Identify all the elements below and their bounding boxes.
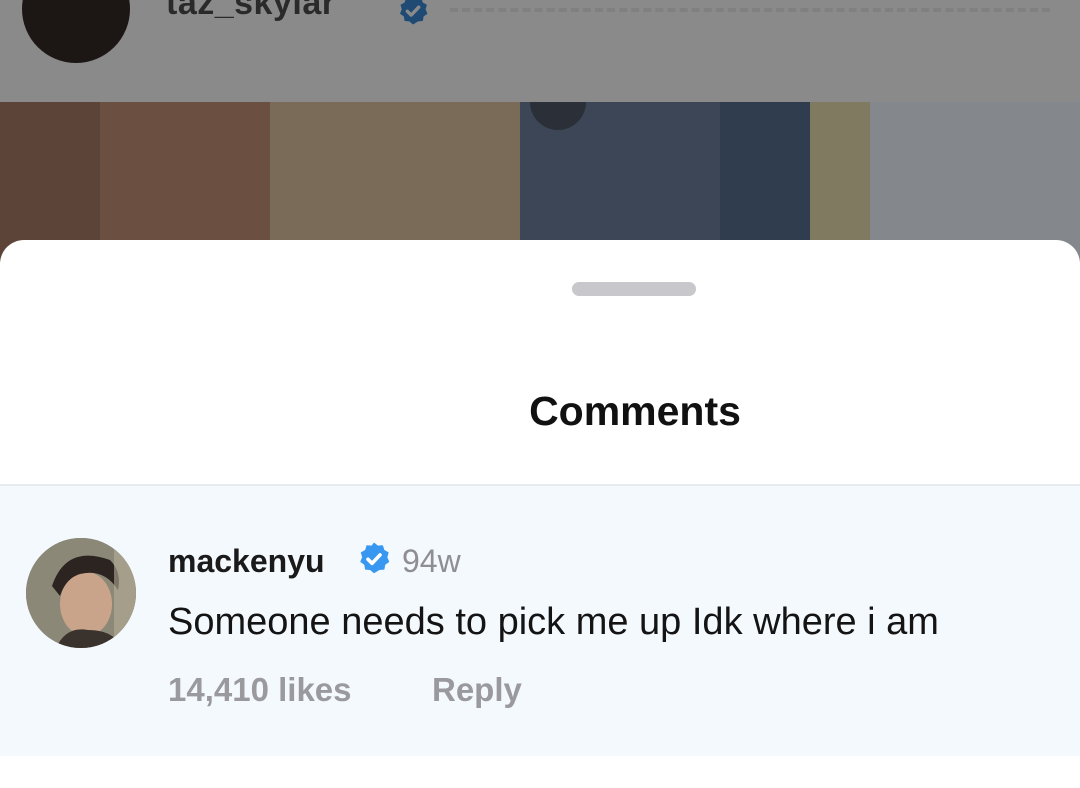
reply-button[interactable]: Reply <box>432 671 522 709</box>
comments-sheet: Comments mackenyu 94w Someone needs to p… <box>0 240 1080 788</box>
post-avatar[interactable] <box>22 0 130 63</box>
verified-badge-icon <box>399 0 428 25</box>
avatar-photo <box>26 538 136 648</box>
post-header: taz_skylar <box>0 0 1080 102</box>
comment-timestamp: 94w <box>402 543 461 579</box>
commenter-username[interactable]: mackenyu <box>168 543 325 580</box>
comment-text: Someone needs to pick me up Idk where i … <box>168 601 939 643</box>
commenter-avatar[interactable] <box>26 538 136 648</box>
post-username[interactable]: taz_skylar <box>166 0 335 23</box>
comment-item: mackenyu 94w Someone needs to pick me up… <box>0 486 1080 756</box>
sheet-drag-handle[interactable] <box>572 282 696 296</box>
post-header-divider <box>450 8 1050 16</box>
verified-badge-icon <box>360 542 390 574</box>
post-image[interactable] <box>0 102 1080 262</box>
comment-likes-count[interactable]: 14,410 likes <box>168 671 352 709</box>
sheet-title: Comments <box>529 388 741 434</box>
